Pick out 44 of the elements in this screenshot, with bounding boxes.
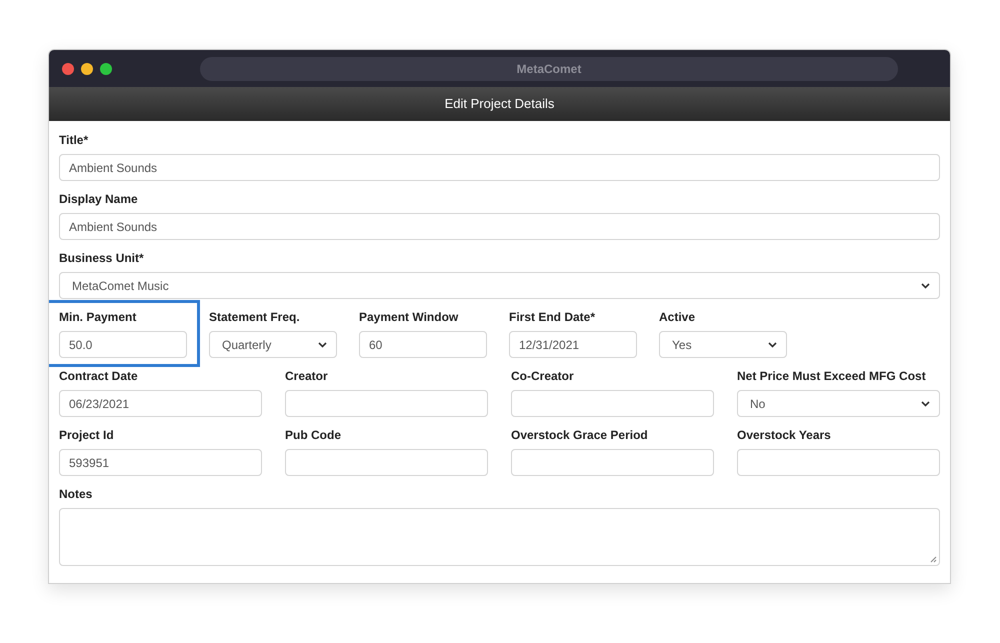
field-label: Notes <box>59 486 94 502</box>
field-label: Payment Window <box>359 309 460 325</box>
text-field[interactable]: 593951 <box>59 449 262 476</box>
field-label: Creator <box>285 368 329 384</box>
text-field[interactable]: Ambient Sounds <box>59 213 940 240</box>
maximize-icon[interactable] <box>100 62 112 74</box>
text-field[interactable]: 06/23/2021 <box>59 390 262 417</box>
field-label: Pub Code <box>285 427 342 443</box>
chevron-down-icon <box>921 282 930 288</box>
text-area[interactable] <box>59 508 940 566</box>
field-label: Business Unit* <box>59 250 145 266</box>
dropdown-field[interactable]: Yes <box>659 331 787 358</box>
field-label: Active <box>659 309 696 325</box>
field-label: Overstock Grace Period <box>511 427 649 443</box>
text-field[interactable] <box>737 449 940 476</box>
text-field[interactable] <box>511 390 714 417</box>
text-field[interactable]: 50.0 <box>59 331 187 358</box>
chevron-down-icon <box>921 400 930 406</box>
window-title: MetaComet <box>516 60 582 78</box>
field-label: Statement Freq. <box>209 309 301 325</box>
text-field[interactable]: 60 <box>359 331 487 358</box>
text-field[interactable]: Ambient Sounds <box>59 154 940 181</box>
dropdown-field[interactable]: MetaComet Music <box>59 272 940 299</box>
chevron-down-icon <box>318 342 327 348</box>
field-label: Min. Payment <box>59 309 138 325</box>
field-label: Project Id <box>59 427 115 443</box>
field-label: Overstock Years <box>737 427 832 443</box>
field-label: Display Name <box>59 191 139 207</box>
page-title: Edit Project Details <box>444 95 554 114</box>
text-field[interactable]: 12/31/2021 <box>509 331 637 358</box>
text-field[interactable] <box>511 449 714 476</box>
field-label: Title* <box>59 132 90 148</box>
text-field[interactable] <box>285 449 488 476</box>
field-label: First End Date* <box>509 309 596 325</box>
text-field[interactable] <box>285 390 488 417</box>
close-icon[interactable] <box>62 62 74 74</box>
dropdown-field[interactable]: Quarterly <box>209 331 337 358</box>
resize-handle-icon <box>930 556 937 563</box>
minimize-icon[interactable] <box>81 62 93 74</box>
field-label: Co-Creator <box>511 368 575 384</box>
field-label: Net Price Must Exceed MFG Cost <box>737 368 927 384</box>
dropdown-field[interactable]: No <box>737 390 940 417</box>
chevron-down-icon <box>768 342 777 348</box>
field-label: Contract Date <box>59 368 139 384</box>
